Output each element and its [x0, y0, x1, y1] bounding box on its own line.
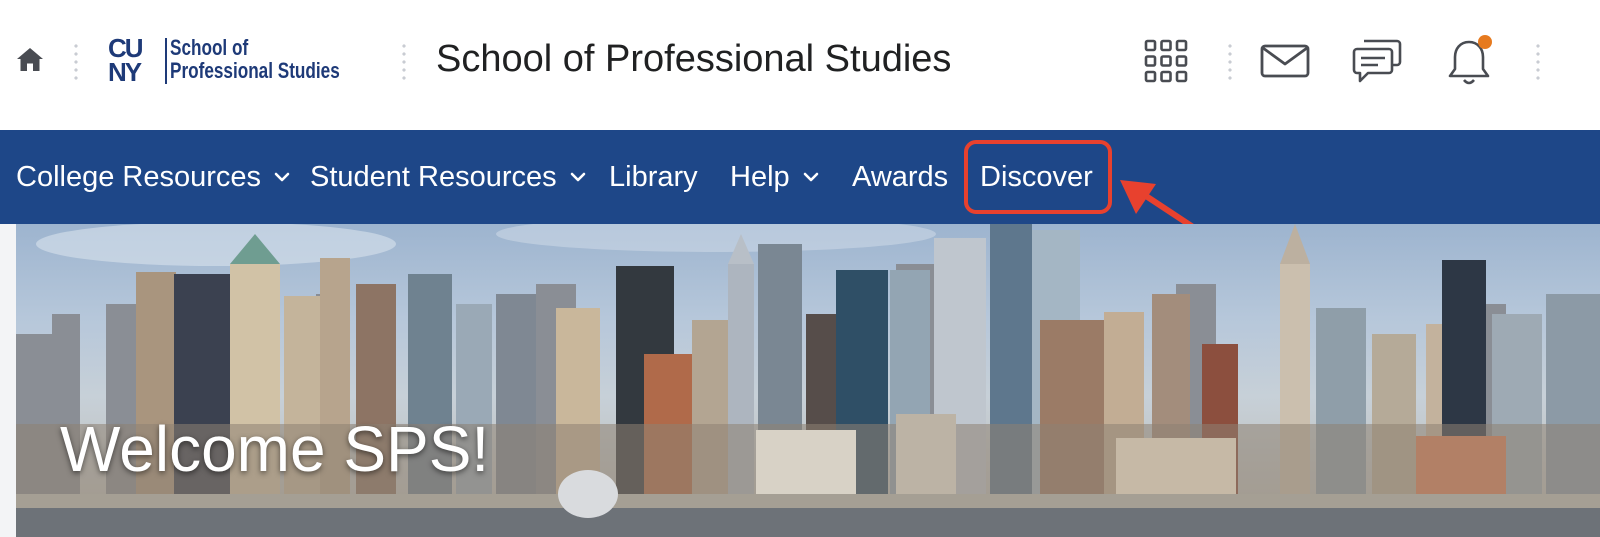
home-icon[interactable]	[14, 44, 46, 76]
nav-help[interactable]: Help	[730, 130, 820, 224]
welcome-heading: Welcome SPS!	[60, 413, 490, 485]
nav-awards[interactable]: Awards	[852, 130, 948, 224]
header-separator	[402, 42, 406, 82]
chevron-down-icon	[803, 172, 818, 182]
nav-label: Discover	[980, 160, 1093, 193]
chevron-down-icon	[274, 172, 290, 182]
nav-library[interactable]: Library	[609, 130, 698, 224]
top-header: CU NY School of Professional Studies Sch…	[0, 0, 1600, 130]
cuny-monogram: CU NY	[108, 35, 158, 87]
nyc-skyline-image	[16, 224, 1600, 537]
chevron-down-icon	[570, 172, 585, 182]
nav-label: Student Resources	[310, 160, 557, 193]
site-title: School of Professional Studies	[436, 38, 952, 80]
logo-wordmark: School of Professional Studies	[170, 36, 342, 82]
logo-divider	[165, 38, 167, 84]
nav-label: Awards	[852, 160, 949, 193]
chat-icon[interactable]	[1352, 38, 1402, 84]
banner-left-strip	[0, 224, 16, 537]
nav-discover[interactable]: Discover	[980, 130, 1093, 224]
logo-abbrev-bottom: NY	[108, 57, 142, 87]
waffle-grid-icon[interactable]	[1144, 39, 1188, 83]
nav-student-resources[interactable]: Student Resources	[310, 130, 587, 224]
header-separator	[1228, 42, 1232, 82]
nav-college-resources[interactable]: College Resources	[16, 130, 291, 224]
hero-banner: Welcome SPS!	[16, 224, 1600, 537]
notification-badge	[1478, 35, 1492, 49]
header-separator	[74, 42, 78, 82]
logo-line-1: School of	[170, 35, 249, 60]
logo-line-2: Professional Studies	[170, 58, 340, 83]
main-navigation: College Resources Student Resources Libr…	[0, 130, 1600, 224]
header-separator	[1536, 42, 1540, 82]
nav-label: Library	[609, 160, 698, 193]
nav-label: College Resources	[16, 160, 262, 193]
mail-icon[interactable]	[1260, 44, 1310, 78]
nav-label: Help	[730, 160, 790, 193]
